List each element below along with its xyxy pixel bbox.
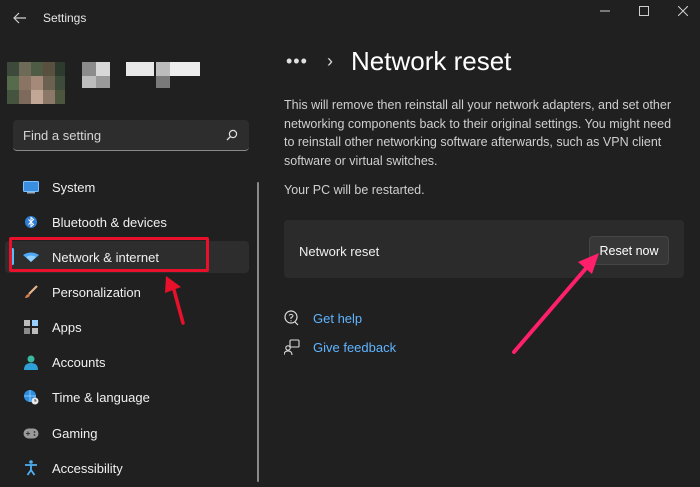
restart-note: Your PC will be restarted. xyxy=(284,183,425,197)
user-name-blur xyxy=(126,62,154,76)
page-title: Network reset xyxy=(351,46,512,76)
user-name-blur xyxy=(156,76,170,88)
maximize-button[interactable] xyxy=(633,3,655,19)
globe-clock-icon xyxy=(23,389,39,405)
back-button[interactable] xyxy=(8,8,32,28)
user-name-blur xyxy=(156,62,170,76)
annotation-highlight-box xyxy=(9,237,209,272)
user-name-blur xyxy=(96,62,110,76)
apps-icon xyxy=(23,319,39,335)
sidebar-item-personalization[interactable]: Personalization xyxy=(5,276,249,308)
sidebar-item-gaming[interactable]: Gaming xyxy=(5,417,249,449)
system-icon xyxy=(23,179,39,195)
sidebar-item-label: Accessibility xyxy=(52,460,123,476)
minimize-button[interactable] xyxy=(594,3,616,19)
bluetooth-icon xyxy=(23,214,39,230)
sidebar-item-accessibility[interactable]: Accessibility xyxy=(5,452,249,484)
brush-icon xyxy=(23,284,39,300)
sidebar-item-label: System xyxy=(52,179,96,195)
user-name-blur xyxy=(170,62,200,76)
close-icon xyxy=(678,6,688,16)
page-description: This will remove then reinstall all your… xyxy=(284,98,672,168)
get-help-link-row[interactable]: Get help xyxy=(284,309,362,327)
feedback-icon xyxy=(284,339,300,355)
sidebar-item-label: Apps xyxy=(52,319,82,335)
sidebar-item-bluetooth[interactable]: Bluetooth & devices xyxy=(5,206,249,238)
sidebar-item-label: Accounts xyxy=(52,354,106,370)
sidebar-item-label: Gaming xyxy=(52,425,98,441)
breadcrumb-more-button[interactable]: ••• xyxy=(286,51,308,72)
user-name-blur xyxy=(82,62,96,76)
search-icon[interactable] xyxy=(225,128,239,142)
sidebar-scrollbar[interactable] xyxy=(257,182,259,482)
reset-now-button[interactable]: Reset now xyxy=(589,236,669,265)
sidebar-item-label: Bluetooth & devices xyxy=(52,214,167,230)
sidebar-item-time-language[interactable]: Time & language xyxy=(5,381,249,413)
sidebar-item-apps[interactable]: Apps xyxy=(5,311,249,343)
user-name-blur xyxy=(82,76,96,88)
give-feedback-link-row[interactable]: Give feedback xyxy=(284,338,396,356)
card-label: Network reset xyxy=(299,244,380,259)
maximize-icon xyxy=(639,6,649,16)
sidebar-item-system[interactable]: System xyxy=(5,171,249,203)
gamepad-icon xyxy=(23,425,39,441)
app-title: Settings xyxy=(43,11,87,25)
person-icon xyxy=(23,354,39,370)
back-arrow-icon xyxy=(13,12,26,24)
get-help-link[interactable]: Get help xyxy=(313,311,362,326)
accessibility-icon xyxy=(23,460,39,476)
search-input[interactable] xyxy=(23,127,225,143)
breadcrumb-chevron-icon: › xyxy=(327,51,333,71)
sidebar-item-accounts[interactable]: Accounts xyxy=(5,346,249,378)
sidebar-item-label: Personalization xyxy=(52,284,141,300)
user-name-blur xyxy=(96,76,110,88)
search-box[interactable] xyxy=(13,120,249,151)
avatar[interactable] xyxy=(7,62,67,104)
give-feedback-link[interactable]: Give feedback xyxy=(313,340,396,355)
minimize-icon xyxy=(600,10,610,12)
help-chat-icon xyxy=(284,310,300,326)
sidebar-item-label: Time & language xyxy=(52,389,150,405)
close-button[interactable] xyxy=(672,3,694,19)
